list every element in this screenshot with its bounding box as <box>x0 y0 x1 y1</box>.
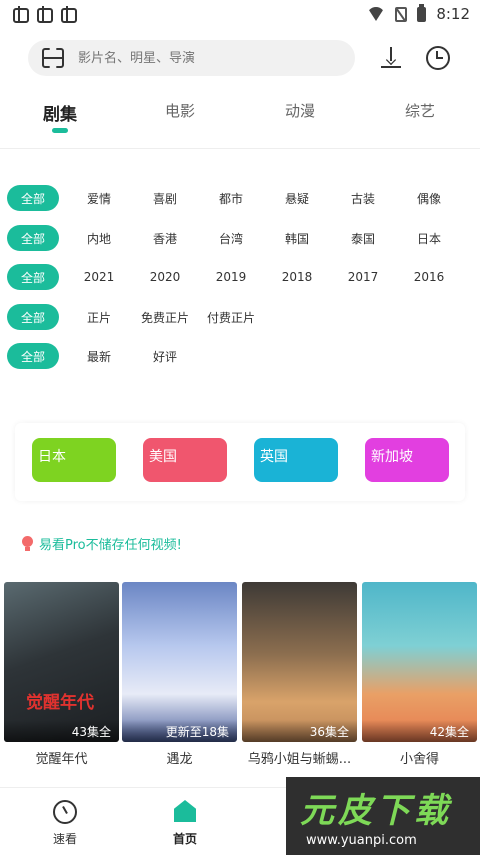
tab-movies[interactable]: 电影 <box>120 96 240 140</box>
filter-option[interactable]: 喜剧 <box>132 190 198 207</box>
status-notifications <box>10 6 77 23</box>
filter-option[interactable]: 2016 <box>396 270 462 284</box>
stopwatch-icon <box>53 800 77 824</box>
filter-option[interactable]: 内地 <box>66 230 132 247</box>
wifi-icon <box>367 7 386 21</box>
poster-art-title: 觉醒年代 <box>26 693 94 713</box>
filter-option[interactable]: 香港 <box>132 230 198 247</box>
poster-card[interactable]: 觉醒年代 43集全 <box>4 582 119 742</box>
tab-variety[interactable]: 综艺 <box>360 96 480 140</box>
watermark-logo: 元皮下载 <box>300 791 452 831</box>
poster-title[interactable]: 觉醒年代 <box>4 748 119 767</box>
filter-row-sort: 全部 最新 好评 <box>0 342 480 370</box>
filter-option[interactable]: 2021 <box>66 270 132 284</box>
filter-option[interactable]: 最新 <box>66 348 132 365</box>
filter-option[interactable]: 偶像 <box>396 190 462 207</box>
poster-image <box>362 582 477 742</box>
filter-option[interactable]: 好评 <box>132 348 198 365</box>
status-time: 8:12 <box>436 5 470 23</box>
tab-series[interactable]: 剧集 <box>0 96 120 140</box>
region-card-japan[interactable]: 日本 <box>32 438 116 482</box>
notice-banner: 易看Pro不储存任何视频! <box>22 534 182 553</box>
filter-row-pay: 全部 正片 免费正片 付费正片 <box>0 303 480 331</box>
category-tabs: 剧集 电影 动漫 综艺 <box>0 96 480 140</box>
battery-icon <box>417 3 427 22</box>
scan-icon[interactable] <box>42 48 64 68</box>
filter-all-chip[interactable]: 全部 <box>7 304 59 330</box>
bug-icon <box>58 6 77 23</box>
poster-card[interactable]: 更新至18集 <box>122 582 237 742</box>
watermark: 元皮下载 www.yuanpi.com <box>286 777 480 855</box>
filter-option[interactable]: 正片 <box>66 309 132 326</box>
filter-row-genre: 全部 爱情 喜剧 都市 悬疑 古装 偶像 <box>0 184 480 212</box>
search-row <box>28 40 458 76</box>
poster-title[interactable]: 遇龙 <box>122 748 237 767</box>
filter-option[interactable]: 古装 <box>330 190 396 207</box>
filter-all-chip[interactable]: 全部 <box>7 343 59 369</box>
episode-badge: 42集全 <box>362 720 477 742</box>
nav-label: 首页 <box>172 832 197 846</box>
episode-badge: 36集全 <box>242 720 357 742</box>
poster-card[interactable]: 36集全 <box>242 582 357 742</box>
search-box[interactable] <box>28 40 355 76</box>
region-card-singapore[interactable]: 新加坡 <box>365 438 449 482</box>
download-icon[interactable] <box>380 47 402 69</box>
filter-option[interactable]: 悬疑 <box>264 190 330 207</box>
filter-option[interactable]: 2020 <box>132 270 198 284</box>
status-system: 8:12 <box>367 3 470 23</box>
filter-all-chip[interactable]: 全部 <box>7 264 59 290</box>
region-card-usa[interactable]: 美国 <box>143 438 227 482</box>
poster-image <box>242 582 357 742</box>
bug-icon <box>34 6 53 23</box>
filter-option[interactable]: 免费正片 <box>132 309 198 326</box>
nav-quick-watch[interactable]: 速看 <box>20 800 110 847</box>
filter-all-chip[interactable]: 全部 <box>7 185 59 211</box>
search-input[interactable] <box>78 50 318 66</box>
episode-badge: 更新至18集 <box>122 720 237 742</box>
filter-row-region: 全部 内地 香港 台湾 韩国 泰国 日本 <box>0 224 480 252</box>
no-sim-icon <box>395 6 408 22</box>
tab-anime[interactable]: 动漫 <box>240 96 360 140</box>
filter-option[interactable]: 2018 <box>264 270 330 284</box>
region-cards: 日本 美国 英国 新加坡 <box>15 423 465 501</box>
region-card-uk[interactable]: 英国 <box>254 438 338 482</box>
status-bar: 8:12 <box>0 0 480 28</box>
filter-option[interactable]: 2019 <box>198 270 264 284</box>
poster-card[interactable]: 42集全 <box>362 582 477 742</box>
poster-image <box>122 582 237 742</box>
filter-option[interactable]: 泰国 <box>330 230 396 247</box>
filter-option[interactable]: 台湾 <box>198 230 264 247</box>
divider <box>0 148 480 149</box>
filter-option[interactable]: 日本 <box>396 230 462 247</box>
filter-option[interactable]: 付费正片 <box>198 309 264 326</box>
home-icon <box>174 800 196 822</box>
filter-all-chip[interactable]: 全部 <box>7 225 59 251</box>
bug-icon <box>10 6 29 23</box>
nav-home[interactable]: 首页 <box>140 800 230 847</box>
notice-text: 易看Pro不储存任何视频! <box>39 538 182 553</box>
history-clock-icon[interactable] <box>426 46 450 70</box>
poster-image <box>4 582 119 742</box>
poster-title[interactable]: 小舍得 <box>362 748 477 767</box>
watermark-url: www.yuanpi.com <box>306 833 417 848</box>
filter-option[interactable]: 韩国 <box>264 230 330 247</box>
episode-badge: 43集全 <box>4 720 119 742</box>
poster-title[interactable]: 乌鸦小姐与蜥蜴... <box>242 748 357 767</box>
nav-label: 速看 <box>52 832 77 846</box>
lightbulb-icon <box>22 536 33 551</box>
filter-option[interactable]: 爱情 <box>66 190 132 207</box>
filter-option[interactable]: 都市 <box>198 190 264 207</box>
filter-option[interactable]: 2017 <box>330 270 396 284</box>
filter-row-year: 全部 2021 2020 2019 2018 2017 2016 <box>0 263 480 291</box>
